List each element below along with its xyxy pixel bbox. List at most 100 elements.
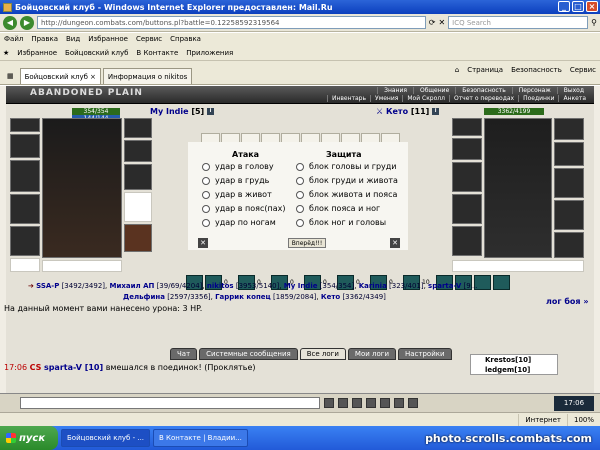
- filter-icon[interactable]: [366, 398, 376, 408]
- right-player-name[interactable]: ⚔ Кето [11] i: [376, 107, 440, 116]
- right-earring-slot[interactable]: [452, 138, 482, 160]
- radio[interactable]: [202, 204, 210, 213]
- page-menu[interactable]: Страница: [467, 66, 503, 74]
- radio[interactable]: [296, 162, 304, 171]
- boots-slot[interactable]: [124, 224, 152, 252]
- url-input[interactable]: http://dungeon.combats.com/buttons.pl?ba…: [37, 16, 426, 29]
- block-head-chest-option[interactable]: блок головы и груди: [296, 162, 396, 171]
- menu-edit[interactable]: Правка: [31, 35, 58, 43]
- nav-skills[interactable]: Умения: [370, 95, 402, 102]
- menu-file[interactable]: Файл: [4, 35, 23, 43]
- translit-icon[interactable]: [408, 398, 418, 408]
- tab-my-logs[interactable]: Мои логи: [347, 348, 396, 360]
- nav-character[interactable]: Персонаж: [511, 87, 557, 94]
- menu-help[interactable]: Справка: [170, 35, 201, 43]
- refresh-chat-icon[interactable]: [394, 398, 404, 408]
- chat-input[interactable]: [20, 397, 320, 409]
- smile-icon[interactable]: [352, 398, 362, 408]
- info-icon[interactable]: i: [207, 108, 215, 115]
- player-link[interactable]: Karinia: [359, 282, 387, 290]
- tools-menu[interactable]: Сервис: [570, 66, 596, 74]
- attack-head-option[interactable]: удар в голову: [202, 162, 274, 171]
- nav-security[interactable]: Безопасность: [455, 87, 512, 94]
- menu-favorites[interactable]: Избранное: [88, 35, 128, 43]
- stop-icon[interactable]: ✕: [438, 18, 445, 27]
- search-icon[interactable]: ⚲: [591, 18, 597, 27]
- nav-transfers[interactable]: Отчет о переводах: [448, 95, 518, 102]
- favorites-button[interactable]: Избранное: [17, 49, 57, 57]
- player-link[interactable]: SSA-P: [36, 282, 59, 290]
- right-player-avatar[interactable]: [484, 118, 552, 258]
- tab-all-logs[interactable]: Все логи: [299, 348, 346, 360]
- tab-nikitos-info[interactable]: Информация о nikitos: [102, 68, 193, 84]
- block-chest-stomach-option[interactable]: блок груди и живота: [296, 176, 398, 185]
- right-weapon-slot[interactable]: [452, 162, 482, 192]
- tab-combats[interactable]: Бойцовский клуб ×: [19, 68, 101, 84]
- attack-legs-option[interactable]: удар по ногам: [202, 218, 276, 227]
- player-link[interactable]: nikitos: [207, 282, 234, 290]
- online-user[interactable]: Krestos[10]: [485, 355, 557, 365]
- attack-groin-option[interactable]: удар в пояс(пах): [202, 204, 286, 213]
- radio[interactable]: [202, 218, 210, 227]
- task-vkontakte[interactable]: В Контакте | Владии...: [153, 429, 248, 447]
- fav-link-vkontakte[interactable]: В Контакте: [136, 49, 178, 57]
- nav-profile[interactable]: Анкета: [558, 95, 590, 102]
- forward-icon[interactable]: ▶: [20, 15, 34, 30]
- tab-settings[interactable]: Настройки: [398, 348, 452, 360]
- right-armor-slot[interactable]: [452, 194, 482, 224]
- send-icon[interactable]: [324, 398, 334, 408]
- right-helmet-slot[interactable]: [452, 118, 482, 136]
- right-belt-slot[interactable]: [452, 226, 482, 256]
- block-legs-head-option[interactable]: блок ног и головы: [296, 218, 386, 227]
- tab-list-icon[interactable]: ▦: [3, 68, 18, 84]
- back-icon[interactable]: ◀: [3, 15, 17, 30]
- info-icon[interactable]: i: [432, 108, 440, 115]
- radio[interactable]: [202, 176, 210, 185]
- submit-button[interactable]: Вперёд!!!: [288, 238, 326, 248]
- online-user[interactable]: ledgem[10]: [485, 365, 557, 374]
- helmet-slot[interactable]: [10, 118, 40, 132]
- attack-chest-option[interactable]: удар в грудь: [202, 176, 269, 185]
- radio[interactable]: [296, 190, 304, 199]
- armor-slot[interactable]: [10, 194, 40, 224]
- leggings-slot[interactable]: [124, 192, 152, 222]
- player-link[interactable]: Дельфина: [123, 293, 165, 301]
- radio[interactable]: [202, 162, 210, 171]
- menu-view[interactable]: Вид: [66, 35, 80, 43]
- block-stomach-belt-option[interactable]: блок живота и пояса: [296, 190, 397, 199]
- ring-slot[interactable]: [10, 258, 40, 272]
- right-shield-slot[interactable]: [554, 168, 584, 198]
- nav-battles[interactable]: Поединки: [518, 95, 558, 102]
- amulet-slot[interactable]: [124, 118, 152, 138]
- zoom-level[interactable]: 100%: [566, 413, 600, 426]
- radio[interactable]: [296, 218, 304, 227]
- task-combats[interactable]: Бойцовский клуб - ...: [61, 429, 151, 447]
- weapon-slot[interactable]: [10, 160, 40, 192]
- favorites-star-icon[interactable]: ★: [3, 49, 9, 57]
- clear-icon[interactable]: [338, 398, 348, 408]
- fav-link-apps[interactable]: Приложения: [186, 49, 233, 57]
- tab-chat[interactable]: Чат: [170, 348, 198, 360]
- security-menu[interactable]: Безопасность: [511, 66, 562, 74]
- left-player-name[interactable]: My Indie [5] i: [150, 107, 215, 116]
- home-icon[interactable]: ⌂: [455, 66, 459, 74]
- radio[interactable]: [202, 190, 210, 199]
- chat-user[interactable]: sparta-V [10]: [44, 363, 103, 372]
- nav-exit[interactable]: Выход: [556, 87, 590, 94]
- start-button[interactable]: пуск: [0, 426, 58, 450]
- nav-communication[interactable]: Общение: [412, 87, 455, 94]
- shield-slot[interactable]: [124, 164, 152, 190]
- nav-inventory[interactable]: Инвентарь: [326, 95, 370, 102]
- player-link[interactable]: My Indie: [284, 282, 318, 290]
- block-belt-legs-option[interactable]: блок пояса и ног: [296, 204, 380, 213]
- menu-tools[interactable]: Сервис: [136, 35, 162, 43]
- search-input[interactable]: ICQ Search: [448, 16, 589, 29]
- battle-log-link[interactable]: лог боя »: [546, 297, 589, 306]
- attack-stomach-option[interactable]: удар в живот: [202, 190, 272, 199]
- close-button[interactable]: ×: [586, 1, 598, 12]
- sound-icon[interactable]: [380, 398, 390, 408]
- right-leggings-slot[interactable]: [554, 200, 584, 230]
- tab-close-icon[interactable]: ×: [90, 73, 96, 81]
- earring-slot[interactable]: [10, 134, 40, 158]
- nav-my-scroll[interactable]: Мой Скролл: [402, 95, 449, 102]
